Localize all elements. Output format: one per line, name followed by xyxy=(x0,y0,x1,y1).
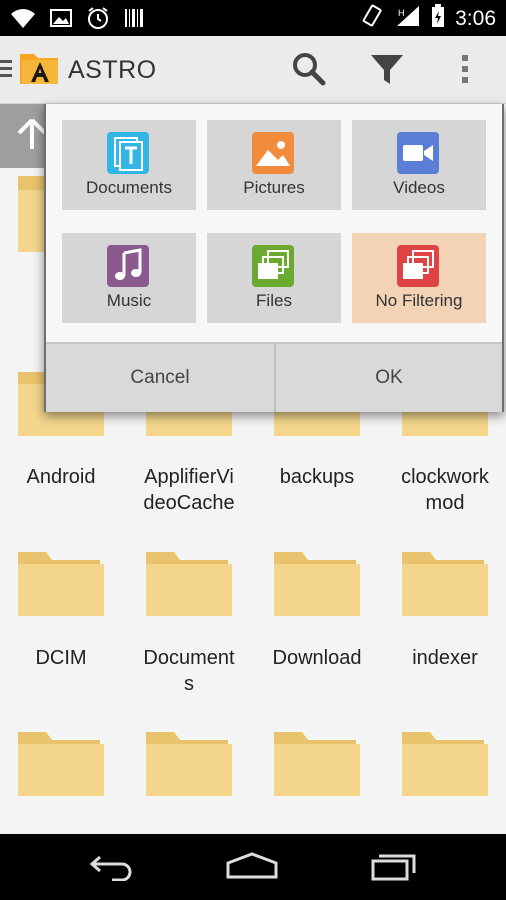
folder-icon[interactable] xyxy=(272,728,362,798)
folder-icon[interactable] xyxy=(400,548,490,618)
filter-option-videos[interactable]: Videos xyxy=(352,120,486,210)
folder-label[interactable]: ApplifierVi deoCache xyxy=(125,464,253,516)
folder-icon[interactable] xyxy=(400,728,490,798)
folder-label[interactable]: Android xyxy=(0,464,125,490)
back-button[interactable] xyxy=(82,848,142,888)
home-button[interactable] xyxy=(222,848,282,888)
pictures-icon xyxy=(252,132,294,174)
alarm-icon xyxy=(86,6,110,35)
files-icon xyxy=(252,245,294,287)
filter-dialog: Documents Pictures Videos Music Files No… xyxy=(44,104,504,412)
wifi-icon xyxy=(10,7,36,34)
drawer-indicator-icon[interactable] xyxy=(0,60,14,81)
filter-option-no-filtering[interactable]: No Filtering xyxy=(352,233,486,323)
folder-label[interactable]: Download xyxy=(253,645,381,671)
folder-icon[interactable] xyxy=(144,548,234,618)
cancel-button[interactable]: Cancel xyxy=(46,344,274,412)
filter-option-files[interactable]: Files xyxy=(207,233,341,323)
filter-option-label: No Filtering xyxy=(375,291,463,310)
action-bar: ASTRO xyxy=(0,36,506,104)
folder-icon[interactable] xyxy=(272,548,362,618)
filter-option-label: Music xyxy=(106,291,152,310)
folder-icon[interactable] xyxy=(16,728,106,798)
filter-option-label: Files xyxy=(256,291,292,310)
folder-icon[interactable] xyxy=(16,548,106,618)
videos-icon xyxy=(397,132,439,174)
image-notification-icon xyxy=(50,8,72,33)
folder-label[interactable]: Document s xyxy=(125,645,253,697)
overflow-menu-button[interactable] xyxy=(444,50,486,92)
folder-label[interactable]: backups xyxy=(253,464,381,490)
status-bar: H 3:06 xyxy=(0,0,506,36)
home-icon xyxy=(224,851,280,886)
ok-button[interactable]: OK xyxy=(276,344,502,412)
astro-logo-icon[interactable] xyxy=(18,48,62,93)
filter-button[interactable] xyxy=(366,50,408,92)
status-time: 3:06 xyxy=(455,6,496,30)
signal-icon: H xyxy=(395,4,421,33)
filter-option-label: Pictures xyxy=(243,178,305,197)
search-button[interactable] xyxy=(288,50,330,92)
no-filtering-icon xyxy=(397,245,439,287)
folder-label[interactable]: DCIM xyxy=(0,645,125,671)
documents-icon xyxy=(107,132,149,174)
folder-label[interactable]: indexer xyxy=(381,645,506,671)
search-icon xyxy=(291,51,327,92)
folder-label[interactable]: clockwork mod xyxy=(381,464,506,516)
barcode-icon xyxy=(124,7,144,34)
filter-option-pictures[interactable]: Pictures xyxy=(207,120,341,210)
music-icon xyxy=(107,245,149,287)
filter-option-music[interactable]: Music xyxy=(62,233,196,323)
recent-apps-button[interactable] xyxy=(364,848,424,888)
recent-apps-icon xyxy=(369,851,419,886)
filter-option-label: Videos xyxy=(393,178,445,197)
filter-option-documents[interactable]: Documents xyxy=(62,120,196,210)
folder-icon[interactable] xyxy=(144,728,234,798)
filter-option-label: Documents xyxy=(86,178,172,197)
navigation-bar xyxy=(0,834,506,900)
app-title: ASTRO xyxy=(68,56,157,84)
back-icon xyxy=(88,851,136,886)
dialog-button-bar: Cancel OK xyxy=(46,342,502,412)
filter-icon xyxy=(369,51,405,92)
battery-icon xyxy=(431,4,445,33)
overflow-icon xyxy=(461,53,469,90)
rotate-icon xyxy=(361,4,385,33)
svg-text:H: H xyxy=(398,8,405,18)
